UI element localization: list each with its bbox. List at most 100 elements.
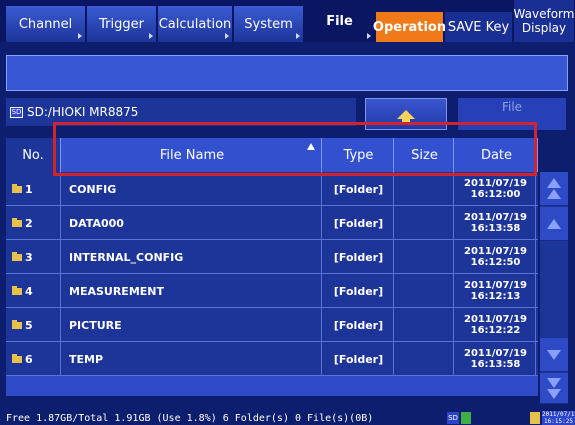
sd-status-icon: SD	[447, 412, 459, 424]
tab-label: Calculation	[158, 16, 232, 32]
row-date-day: 2011/07/19	[464, 314, 527, 325]
row-date-time: 16:13:58	[470, 359, 521, 370]
row-file-name: MEASUREMENT	[63, 274, 322, 308]
folder-icon	[12, 251, 22, 261]
row-size	[396, 342, 454, 376]
sd-card-icon: SD	[10, 106, 23, 118]
down-arrow-icon	[547, 349, 561, 360]
tab-arrow-icon	[225, 33, 229, 39]
row-date-day: 2011/07/19	[464, 212, 527, 223]
tab-operation[interactable]: Operation	[372, 12, 447, 42]
row-file-name: CONFIG	[63, 172, 322, 206]
media-status-icon	[461, 412, 471, 424]
scroll-top-button[interactable]	[540, 172, 568, 206]
tab-save-key[interactable]: SAVE Key	[445, 12, 513, 42]
power-icon	[530, 412, 540, 424]
folder-icon	[12, 319, 22, 329]
double-down-arrow-icon	[547, 377, 561, 388]
row-number-text: 6	[25, 352, 33, 366]
tab-trigger[interactable]: Trigger	[87, 6, 157, 42]
scrollbar[interactable]	[540, 172, 568, 404]
row-type: [Folder]	[324, 240, 394, 274]
tab-channel[interactable]: Channel	[6, 6, 86, 42]
row-number: 4	[6, 274, 61, 308]
row-date: 2011/07/19 16:13:58	[456, 206, 536, 240]
clock-time: 16:15:25	[544, 418, 573, 425]
row-date: 2011/07/19 16:12:22	[456, 308, 536, 342]
row-number-text: 3	[25, 250, 33, 264]
scroll-bottom-button[interactable]	[540, 373, 568, 404]
row-size	[396, 206, 454, 240]
folder-icon	[12, 353, 22, 363]
table-row[interactable]: 4 MEASUREMENT [Folder] 2011/07/19 16:12:1…	[6, 274, 538, 308]
tab-bar: Channel Trigger Calculation System File …	[0, 0, 575, 42]
row-type: [Folder]	[324, 342, 394, 376]
row-date: 2011/07/19 16:12:50	[456, 240, 536, 274]
tab-system[interactable]: System	[234, 6, 304, 42]
folder-icon	[12, 217, 22, 227]
row-number: 1	[6, 172, 61, 206]
row-date-time: 16:12:50	[470, 257, 521, 268]
row-type: [Folder]	[324, 308, 394, 342]
row-number: 3	[6, 240, 61, 274]
tab-waveform-display[interactable]: Waveform Display	[514, 0, 575, 42]
highlight-frame	[53, 122, 537, 176]
row-date-time: 16:12:13	[470, 291, 521, 302]
tab-label: SAVE Key	[447, 19, 510, 35]
row-date-day: 2011/07/19	[464, 178, 527, 189]
up-arrow-icon	[547, 218, 561, 229]
tab-arrow-icon	[367, 33, 371, 39]
row-date: 2011/07/19 16:12:00	[456, 172, 536, 206]
row-date-time: 16:12:00	[470, 189, 521, 200]
tab-label: Channel	[18, 16, 73, 32]
tab-arrow-icon	[296, 33, 300, 39]
message-bar	[6, 55, 568, 91]
row-number: 2	[6, 206, 61, 240]
row-date-day: 2011/07/19	[464, 280, 527, 291]
tab-label: Trigger	[99, 16, 144, 32]
path-text: SD:/HIOKI MR8875	[27, 105, 139, 119]
status-text: Free 1.87GB/Total 1.91GB (Use 1.8%) 6 Fo…	[6, 412, 374, 424]
table-row[interactable]: 2 DATA000 [Folder] 2011/07/19 16:13:58	[6, 206, 538, 240]
tab-arrow-icon	[149, 33, 153, 39]
folder-icon	[12, 285, 22, 295]
row-type: [Folder]	[324, 274, 394, 308]
table-row[interactable]: 1 CONFIG [Folder] 2011/07/19 16:12:00	[6, 172, 538, 206]
row-file-name: DATA000	[63, 206, 322, 240]
tab-label-line2: Display	[521, 21, 567, 35]
row-date-day: 2011/07/19	[464, 246, 527, 257]
double-up-arrow-icon	[547, 178, 561, 188]
row-size	[396, 274, 454, 308]
row-file-name: PICTURE	[63, 308, 322, 342]
row-date-time: 16:13:58	[470, 223, 521, 234]
row-date-time: 16:12:22	[470, 325, 521, 336]
row-date: 2011/07/19 16:13:58	[456, 342, 536, 376]
double-down-arrow-icon	[547, 388, 561, 399]
tab-label-line1: Waveform	[513, 7, 575, 21]
clock: 2011/07/19 16:15:25	[542, 411, 575, 425]
tab-label: Operation	[372, 19, 447, 35]
clock-date: 2011/07/19	[542, 411, 575, 418]
tab-label: File	[326, 13, 353, 29]
row-number-text: 5	[25, 318, 33, 332]
row-file-name: TEMP	[63, 342, 322, 376]
row-date: 2011/07/19 16:12:13	[456, 274, 536, 308]
empty-row	[6, 376, 538, 396]
up-arrow-icon	[397, 109, 415, 125]
row-date-day: 2011/07/19	[464, 348, 527, 359]
table-row[interactable]: 5 PICTURE [Folder] 2011/07/19 16:12:22	[6, 308, 538, 342]
row-number-text: 2	[25, 216, 33, 230]
status-bar: Free 1.87GB/Total 1.91GB (Use 1.8%) 6 Fo…	[0, 411, 575, 425]
table-row[interactable]: 6 TEMP [Folder] 2011/07/19 16:13:58	[6, 342, 538, 376]
scroll-down-button[interactable]	[540, 338, 568, 372]
row-number: 6	[6, 342, 61, 376]
row-size	[396, 172, 454, 206]
tab-label: System	[244, 16, 293, 32]
table-row[interactable]: 3 INTERNAL_CONFIG [Folder] 2011/07/19 16:…	[6, 240, 538, 274]
tab-arrow-icon	[78, 33, 82, 39]
folder-icon	[12, 183, 22, 193]
scroll-up-button[interactable]	[540, 207, 568, 241]
double-up-arrow-icon	[547, 189, 561, 199]
tab-file[interactable]: File	[305, 0, 375, 42]
tab-calculation[interactable]: Calculation	[158, 6, 233, 42]
